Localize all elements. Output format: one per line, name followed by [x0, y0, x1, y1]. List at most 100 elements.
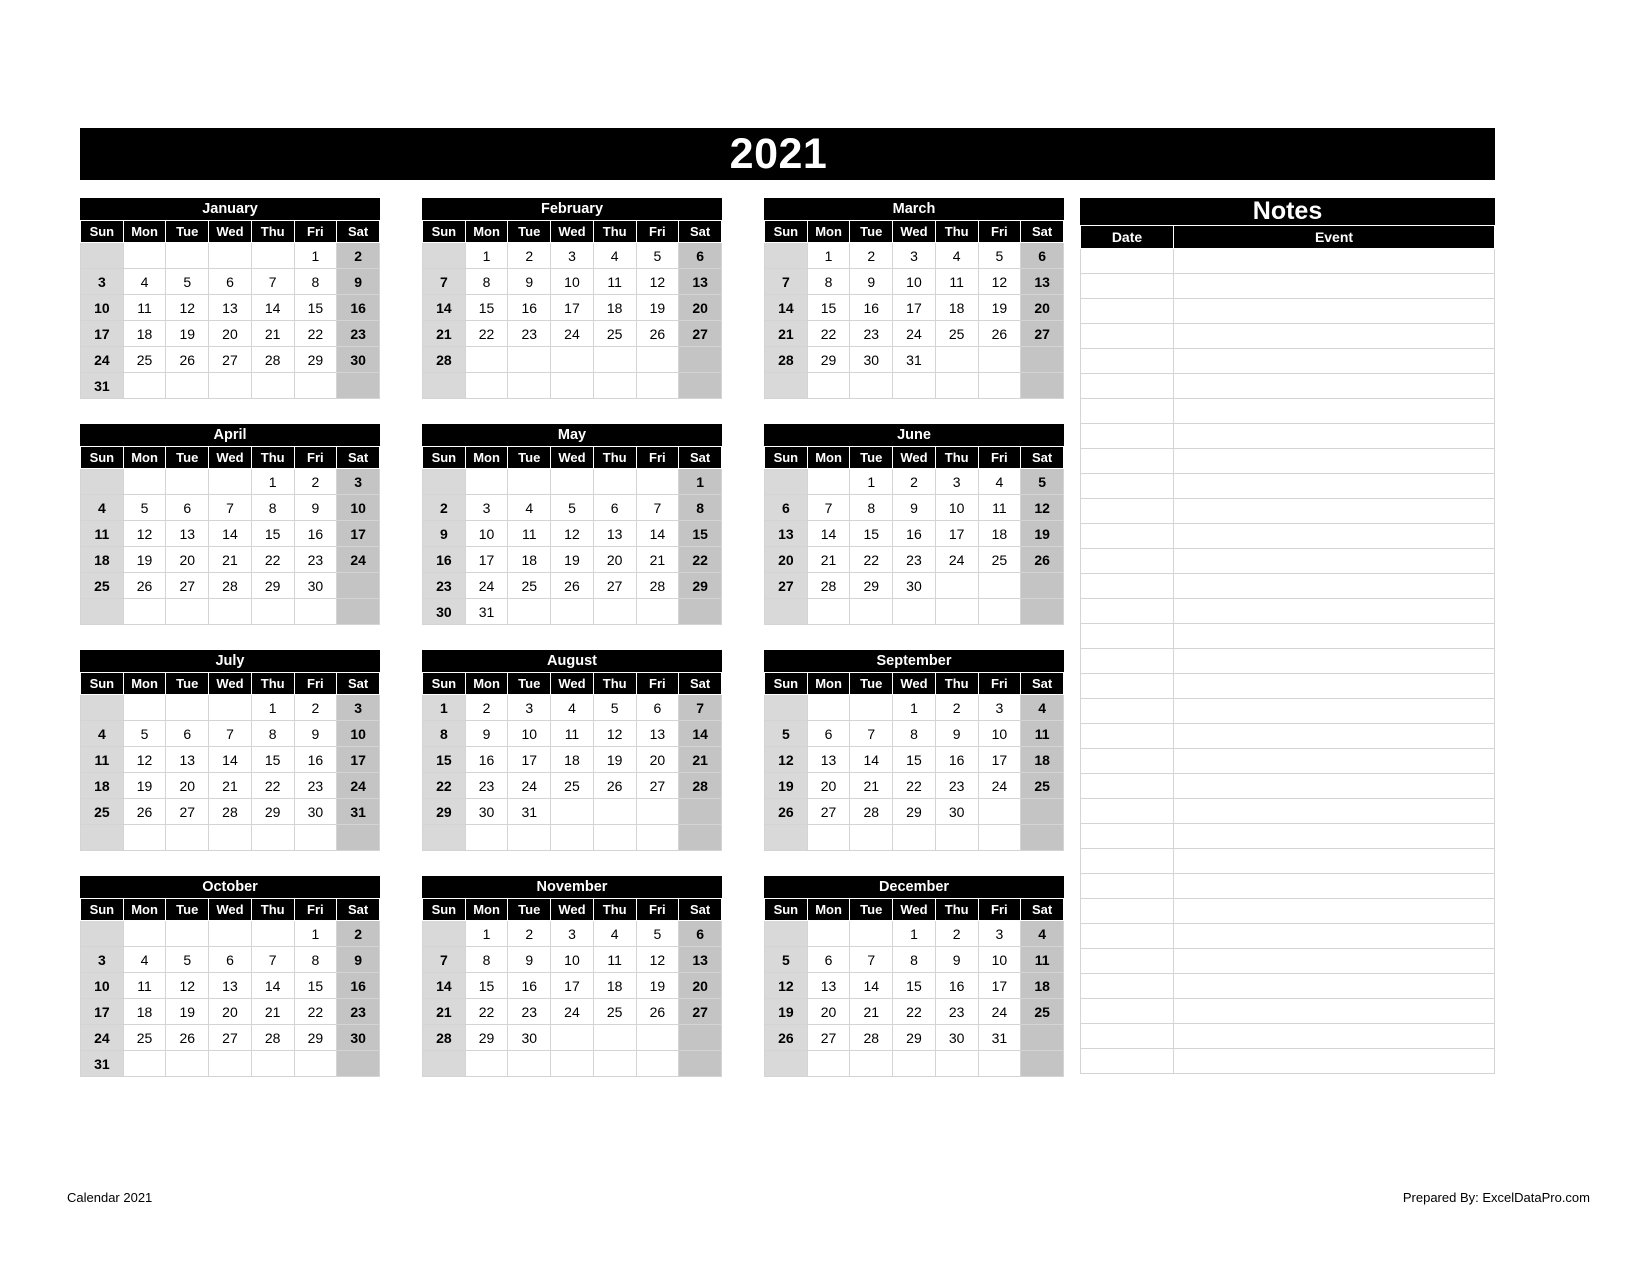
day-cell-march-17[interactable]: 17	[892, 294, 936, 321]
notes-event-cell[interactable]	[1173, 373, 1495, 399]
day-cell-june-21[interactable]: 21	[806, 546, 851, 573]
day-cell-august-25[interactable]: 25	[550, 772, 594, 799]
day-cell-january-20[interactable]: 20	[208, 320, 252, 347]
day-cell-january-18[interactable]: 18	[122, 320, 167, 347]
day-cell-may-5[interactable]: 5	[550, 494, 594, 521]
day-cell-july-8[interactable]: 8	[250, 720, 295, 747]
notes-date-cell[interactable]	[1080, 598, 1174, 624]
day-cell-september-3[interactable]: 3	[977, 694, 1022, 721]
day-cell-september-1[interactable]: 1	[892, 694, 936, 721]
day-cell-march-29[interactable]: 29	[806, 346, 851, 373]
notes-event-cell[interactable]	[1173, 423, 1495, 449]
day-cell-april-7[interactable]: 7	[208, 494, 252, 521]
day-cell-september-12[interactable]: 12	[764, 746, 808, 773]
day-cell-june-13[interactable]: 13	[764, 520, 808, 547]
day-cell-january-8[interactable]: 8	[293, 268, 338, 295]
day-cell-january-7[interactable]: 7	[250, 268, 295, 295]
notes-event-cell[interactable]	[1173, 348, 1495, 374]
notes-date-cell[interactable]	[1080, 948, 1174, 974]
day-cell-may-24[interactable]: 24	[464, 572, 509, 599]
day-cell-november-22[interactable]: 22	[464, 998, 509, 1025]
day-cell-march-18[interactable]: 18	[934, 294, 979, 321]
day-cell-august-19[interactable]: 19	[592, 746, 637, 773]
day-cell-october-27[interactable]: 27	[208, 1024, 252, 1051]
day-cell-november-25[interactable]: 25	[592, 998, 637, 1025]
day-cell-august-28[interactable]: 28	[678, 772, 722, 799]
day-cell-november-21[interactable]: 21	[422, 998, 466, 1025]
day-cell-july-29[interactable]: 29	[250, 798, 295, 825]
day-cell-march-22[interactable]: 22	[806, 320, 851, 347]
day-cell-november-15[interactable]: 15	[464, 972, 509, 999]
day-cell-june-23[interactable]: 23	[892, 546, 936, 573]
notes-date-cell[interactable]	[1080, 648, 1174, 674]
day-cell-september-26[interactable]: 26	[764, 798, 808, 825]
day-cell-december-20[interactable]: 20	[806, 998, 851, 1025]
day-cell-january-9[interactable]: 9	[336, 268, 380, 295]
day-cell-august-10[interactable]: 10	[507, 720, 552, 747]
day-cell-august-31[interactable]: 31	[507, 798, 552, 825]
day-cell-march-23[interactable]: 23	[849, 320, 894, 347]
day-cell-april-13[interactable]: 13	[165, 520, 210, 547]
day-cell-february-6[interactable]: 6	[678, 242, 722, 269]
day-cell-september-25[interactable]: 25	[1020, 772, 1064, 799]
day-cell-june-26[interactable]: 26	[1020, 546, 1064, 573]
day-cell-september-29[interactable]: 29	[892, 798, 936, 825]
day-cell-march-14[interactable]: 14	[764, 294, 808, 321]
notes-date-cell[interactable]	[1080, 423, 1174, 449]
day-cell-july-9[interactable]: 9	[293, 720, 338, 747]
day-cell-september-21[interactable]: 21	[849, 772, 894, 799]
day-cell-december-7[interactable]: 7	[849, 946, 894, 973]
day-cell-may-1[interactable]: 1	[678, 468, 722, 495]
day-cell-july-1[interactable]: 1	[250, 694, 295, 721]
day-cell-september-30[interactable]: 30	[934, 798, 979, 825]
day-cell-january-10[interactable]: 10	[80, 294, 124, 321]
day-cell-august-9[interactable]: 9	[464, 720, 509, 747]
notes-event-cell[interactable]	[1173, 323, 1495, 349]
day-cell-may-2[interactable]: 2	[422, 494, 466, 521]
day-cell-july-2[interactable]: 2	[293, 694, 338, 721]
day-cell-december-6[interactable]: 6	[806, 946, 851, 973]
day-cell-june-3[interactable]: 3	[934, 468, 979, 495]
day-cell-october-4[interactable]: 4	[122, 946, 167, 973]
day-cell-june-4[interactable]: 4	[977, 468, 1022, 495]
day-cell-august-11[interactable]: 11	[550, 720, 594, 747]
day-cell-august-14[interactable]: 14	[678, 720, 722, 747]
day-cell-february-24[interactable]: 24	[550, 320, 594, 347]
day-cell-march-21[interactable]: 21	[764, 320, 808, 347]
notes-date-cell[interactable]	[1080, 448, 1174, 474]
notes-date-cell[interactable]	[1080, 1048, 1174, 1074]
notes-date-cell[interactable]	[1080, 498, 1174, 524]
day-cell-august-5[interactable]: 5	[592, 694, 637, 721]
day-cell-september-16[interactable]: 16	[934, 746, 979, 773]
day-cell-october-23[interactable]: 23	[336, 998, 380, 1025]
day-cell-may-14[interactable]: 14	[635, 520, 680, 547]
day-cell-october-17[interactable]: 17	[80, 998, 124, 1025]
day-cell-april-25[interactable]: 25	[80, 572, 124, 599]
day-cell-october-30[interactable]: 30	[336, 1024, 380, 1051]
day-cell-march-15[interactable]: 15	[806, 294, 851, 321]
day-cell-february-7[interactable]: 7	[422, 268, 466, 295]
notes-date-cell[interactable]	[1080, 873, 1174, 899]
day-cell-april-20[interactable]: 20	[165, 546, 210, 573]
day-cell-june-29[interactable]: 29	[849, 572, 894, 599]
day-cell-april-19[interactable]: 19	[122, 546, 167, 573]
day-cell-march-1[interactable]: 1	[806, 242, 851, 269]
day-cell-january-14[interactable]: 14	[250, 294, 295, 321]
day-cell-may-7[interactable]: 7	[635, 494, 680, 521]
day-cell-december-21[interactable]: 21	[849, 998, 894, 1025]
day-cell-august-17[interactable]: 17	[507, 746, 552, 773]
day-cell-may-29[interactable]: 29	[678, 572, 722, 599]
day-cell-april-21[interactable]: 21	[208, 546, 252, 573]
day-cell-december-8[interactable]: 8	[892, 946, 936, 973]
day-cell-november-30[interactable]: 30	[507, 1024, 552, 1051]
day-cell-july-25[interactable]: 25	[80, 798, 124, 825]
day-cell-april-18[interactable]: 18	[80, 546, 124, 573]
day-cell-october-13[interactable]: 13	[208, 972, 252, 999]
day-cell-february-1[interactable]: 1	[464, 242, 509, 269]
day-cell-june-12[interactable]: 12	[1020, 494, 1064, 521]
day-cell-september-11[interactable]: 11	[1020, 720, 1064, 747]
day-cell-january-21[interactable]: 21	[250, 320, 295, 347]
day-cell-november-12[interactable]: 12	[635, 946, 680, 973]
day-cell-november-29[interactable]: 29	[464, 1024, 509, 1051]
day-cell-june-15[interactable]: 15	[849, 520, 894, 547]
